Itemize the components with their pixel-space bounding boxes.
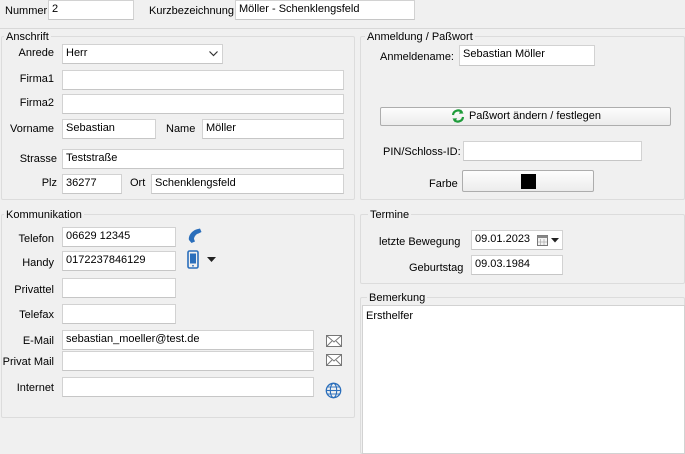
- geburtstag-field[interactable]: 09.03.1984: [471, 255, 563, 275]
- plz-field[interactable]: 36277: [62, 174, 122, 194]
- privattel-label: Privattel: [14, 284, 54, 296]
- ort-label: Ort: [130, 177, 146, 189]
- dropdown-arrow-icon[interactable]: [207, 257, 216, 263]
- farbe-swatch: [521, 174, 536, 189]
- anrede-select[interactable]: Herr: [62, 44, 223, 64]
- mail-icon[interactable]: [326, 335, 342, 347]
- farbe-button[interactable]: [462, 170, 594, 192]
- anmeldename-field[interactable]: Sebastian Möller: [459, 45, 595, 66]
- internet-label: Internet: [16, 382, 54, 394]
- passwort-aendern-label: Paßwort ändern / festlegen: [468, 110, 602, 123]
- letzte-bewegung-datepicker[interactable]: 09.01.2023: [471, 230, 563, 250]
- name-label: Name: [166, 123, 196, 135]
- header-bar: Nummer 2 Kurzbezeichnung Möller - Schenk…: [0, 0, 685, 29]
- calendar-icon[interactable]: [537, 234, 548, 246]
- chevron-down-icon: [209, 51, 218, 57]
- vorname-label: Vorname: [9, 123, 54, 135]
- letzte-bewegung-label: letzte Bewegung: [379, 236, 461, 248]
- geburtstag-label: Geburtstag: [409, 262, 464, 274]
- pin-field[interactable]: [463, 141, 642, 161]
- refresh-icon: [451, 109, 465, 123]
- telefax-label: Telefax: [19, 309, 54, 321]
- telefon-field[interactable]: 06629 12345: [62, 227, 176, 247]
- firma1-field[interactable]: [62, 70, 344, 90]
- anrede-label: Anrede: [18, 47, 54, 59]
- telefon-label: Telefon: [18, 233, 54, 245]
- phone-icon[interactable]: [186, 226, 206, 244]
- pin-label: PIN/Schloss-ID:: [383, 146, 461, 158]
- anmeldung-title: Anmeldung / Paßwort: [365, 31, 475, 43]
- globe-icon[interactable]: [325, 382, 342, 399]
- termine-title: Termine: [368, 209, 412, 221]
- telefax-field[interactable]: [62, 304, 176, 324]
- kurzbezeichnung-label: Kurzbezeichnung: [149, 5, 235, 17]
- firma2-label: Firma2: [19, 97, 54, 109]
- firma1-label: Firma1: [19, 73, 54, 85]
- passwort-aendern-button[interactable]: Paßwort ändern / festlegen: [380, 107, 671, 126]
- nummer-label: Nummer: [5, 5, 48, 17]
- plz-label: Plz: [41, 177, 57, 189]
- bemerkung-title: Bemerkung: [367, 292, 428, 304]
- anrede-value: Herr: [66, 47, 88, 59]
- mobile-phone-icon[interactable]: [187, 250, 199, 269]
- strasse-field[interactable]: Teststraße: [62, 149, 344, 169]
- farbe-label: Farbe: [429, 178, 458, 190]
- strasse-label: Strasse: [19, 153, 57, 165]
- private-mail-icon[interactable]: [326, 354, 342, 366]
- handy-label: Handy: [22, 257, 54, 269]
- privatmail-label: Privat Mail: [2, 356, 54, 368]
- ort-field[interactable]: Schenklengsfeld: [151, 174, 344, 194]
- email-field[interactable]: sebastian_moeller@test.de: [62, 330, 314, 350]
- privatmail-field[interactable]: [62, 351, 314, 371]
- chevron-down-icon[interactable]: [551, 238, 559, 243]
- anmeldename-label: Anmeldename:: [380, 51, 454, 63]
- vorname-field[interactable]: Sebastian: [62, 119, 156, 139]
- kommunikation-title: Kommunikation: [4, 209, 84, 221]
- internet-field[interactable]: [62, 377, 314, 397]
- firma2-field[interactable]: [62, 94, 344, 114]
- privattel-field[interactable]: [62, 278, 176, 298]
- letzte-bewegung-value: 09.01.2023: [475, 233, 531, 245]
- bemerkung-textarea[interactable]: Ersthelfer: [362, 305, 685, 454]
- name-field[interactable]: Möller: [202, 119, 344, 139]
- nummer-field[interactable]: 2: [48, 0, 134, 20]
- kurzbezeichnung-field[interactable]: Möller - Schenklengsfeld: [235, 0, 415, 20]
- handy-field[interactable]: 0172237846129: [62, 251, 176, 271]
- anschrift-title: Anschrift: [4, 31, 51, 43]
- email-label: E-Mail: [22, 335, 54, 347]
